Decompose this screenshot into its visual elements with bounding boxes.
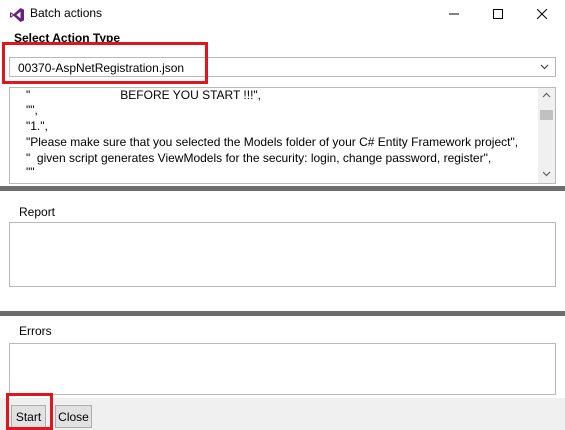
script-line: "": [26, 165, 35, 179]
splitter-top[interactable]: [0, 186, 565, 191]
errors-label: Errors: [19, 324, 52, 338]
script-line: "1.",: [26, 119, 48, 133]
scroll-up-arrow-icon[interactable]: [542, 90, 551, 100]
maximize-button[interactable]: [476, 0, 520, 28]
script-preview-textarea[interactable]: " BEFORE YOU START !!!", "", "1.", "Plea…: [9, 87, 556, 184]
report-textarea[interactable]: [9, 222, 556, 287]
highlight-box-start-button: [6, 393, 53, 430]
scroll-down-arrow-icon[interactable]: [542, 169, 551, 179]
errors-textarea[interactable]: [9, 343, 556, 395]
chevron-down-icon: [540, 60, 549, 77]
title-bar: Batch actions: [0, 0, 565, 28]
script-line: "",: [26, 103, 38, 117]
script-line: " given script generates ViewModels for …: [26, 151, 492, 165]
splitter-bottom[interactable]: [0, 311, 565, 316]
highlight-box-action-select: [2, 42, 208, 84]
minimize-button[interactable]: [432, 0, 476, 28]
minimize-icon: [449, 13, 459, 15]
script-line: "Please make sure that you selected the …: [26, 135, 519, 149]
close-icon: [537, 9, 547, 19]
script-line: " BEFORE YOU START !!!",: [26, 88, 262, 102]
close-window-button[interactable]: [520, 0, 564, 28]
visual-studio-icon: [9, 7, 25, 23]
window-title: Batch actions: [30, 6, 103, 20]
report-label: Report: [19, 205, 56, 219]
maximize-icon: [493, 9, 503, 19]
vertical-scrollbar[interactable]: [538, 88, 555, 183]
scrollbar-thumb[interactable]: [540, 110, 553, 120]
close-button[interactable]: Close: [55, 405, 92, 428]
